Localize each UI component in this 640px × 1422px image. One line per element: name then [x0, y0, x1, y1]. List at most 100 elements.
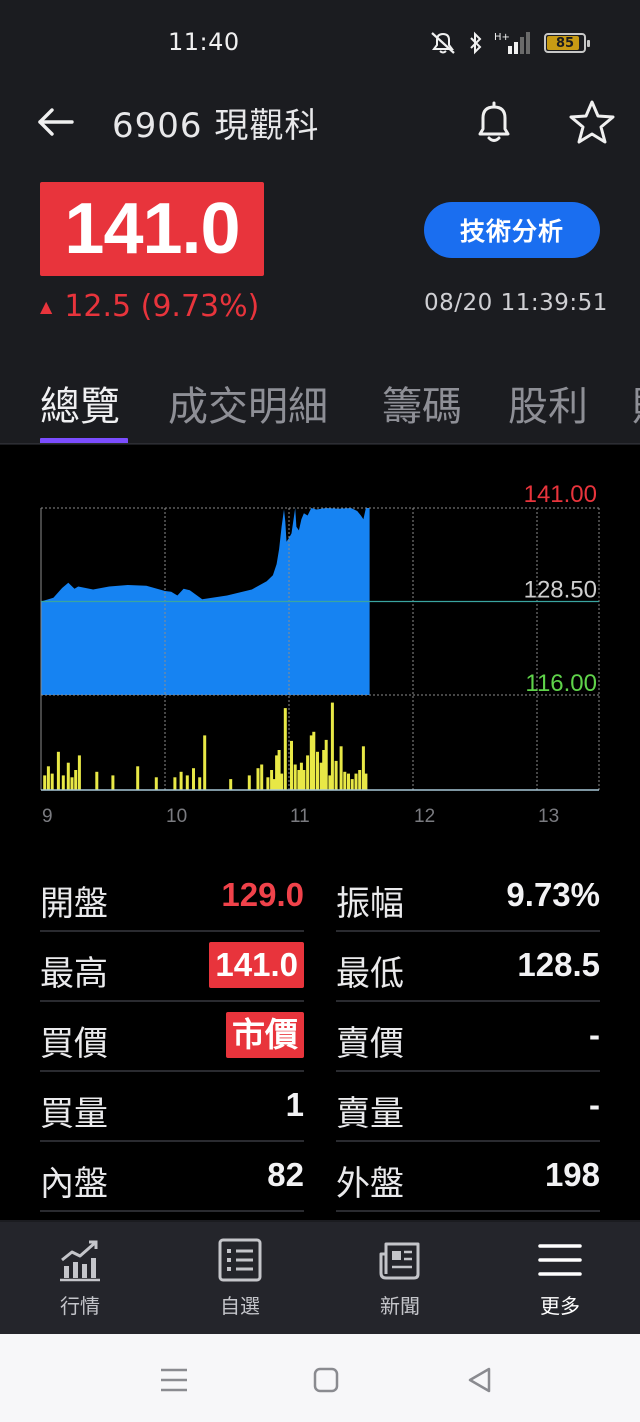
tab-chips[interactable]: 籌碼 [382, 374, 462, 432]
nav-more[interactable]: 更多 [500, 1236, 620, 1326]
volume-bar [354, 773, 358, 790]
volume-bar [283, 708, 287, 790]
tab-financials[interactable]: 財 [632, 374, 640, 432]
volume-bar [339, 746, 343, 790]
stat-label: 買價 [40, 1024, 108, 1064]
news-icon [379, 1242, 420, 1280]
divider [336, 1210, 600, 1212]
price-change-value: 12.5 (9.73%) [64, 288, 260, 324]
stat-value: 9.73% [506, 876, 600, 913]
stat-low: 最低 128.5 [336, 932, 600, 1002]
star-icon[interactable] [566, 98, 618, 148]
x-tick-label: 12 [414, 806, 435, 827]
last-price: 141.0 [64, 189, 240, 269]
volume-bar [316, 751, 319, 790]
x-tick-label: 11 [290, 806, 310, 827]
volume-bar [306, 755, 310, 790]
stat-value: 128.5 [517, 946, 600, 983]
volume-bar [293, 764, 297, 790]
volume-bar [290, 740, 293, 790]
volume-bar [347, 773, 350, 790]
stat-label: 外盤 [336, 1164, 404, 1204]
battery-level: 85 [555, 35, 575, 51]
nav-label: 新聞 [380, 1294, 420, 1318]
volume-bar [111, 775, 115, 790]
volume-bar [154, 777, 158, 790]
quote-timestamp: 08/20 11:39:51 [424, 290, 608, 316]
bottom-nav: 行情 自選 新聞 更多 [0, 1222, 640, 1334]
volume-bar [70, 777, 74, 790]
tab-dividend[interactable]: 股利 [508, 374, 588, 432]
volume-bar [43, 775, 47, 790]
stat-label: 最低 [336, 954, 404, 994]
stat-bid-price: 買價 市價 [40, 1002, 304, 1072]
tab-trade-details[interactable]: 成交明細 [168, 374, 328, 432]
volume-bar [198, 777, 202, 790]
y-label-high: 141.00 [524, 481, 597, 508]
volume-bar [179, 771, 183, 790]
home-icon[interactable] [308, 1362, 344, 1398]
stat-amplitude: 振幅 9.73% [336, 862, 600, 932]
intraday-chart-svg: 141.00 128.50 116.00 9 10 11 12 13 [40, 481, 600, 827]
stat-label: 開盤 [40, 884, 108, 924]
signal-icon: H+ [494, 32, 530, 54]
volume-bar [192, 768, 195, 790]
volume-bar [302, 770, 306, 790]
nav-market[interactable]: 行情 [20, 1236, 140, 1326]
x-tick-label: 10 [166, 806, 187, 827]
tab-overview[interactable]: 總覽 [40, 374, 120, 432]
volume-bar [358, 770, 362, 790]
volume-bar [247, 775, 251, 790]
volume-bar [280, 773, 284, 790]
watchlist-icon [218, 1238, 262, 1282]
price-change: ▲ 12.5 (9.73%) [40, 286, 259, 326]
stat-bid-volume: 買量 1 [40, 1072, 304, 1142]
back-arrow-icon[interactable] [34, 100, 78, 144]
technical-analysis-button[interactable]: 技術分析 [424, 202, 600, 258]
mute-icon [431, 32, 455, 54]
back-triangle-icon[interactable] [462, 1362, 498, 1398]
volume-bar [77, 755, 81, 790]
tab-bar: 總覽 成交明細 籌碼 股利 財 [0, 360, 640, 444]
recent-apps-icon[interactable] [156, 1362, 192, 1398]
stat-label: 買量 [40, 1094, 108, 1134]
stat-high: 最高 141.0 [40, 932, 304, 1002]
stat-ask-volume: 賣量 - [336, 1072, 600, 1142]
nav-news[interactable]: 新聞 [340, 1236, 460, 1326]
menu-icon [538, 1244, 582, 1276]
stat-value: - [589, 1086, 600, 1123]
stat-label: 最高 [40, 954, 108, 994]
volume-bar [330, 702, 334, 790]
nav-label: 自選 [220, 1294, 260, 1318]
bell-icon[interactable] [470, 98, 518, 146]
battery-icon: 85 [544, 33, 590, 53]
volume-bar [185, 775, 189, 790]
svg-text:H+: H+ [494, 32, 510, 43]
stat-label: 賣價 [336, 1024, 404, 1064]
price-box: 141.0 [40, 182, 264, 276]
header: 6906 現觀科 [0, 84, 640, 160]
market-chart-icon [60, 1240, 100, 1282]
up-triangle-icon: ▲ [40, 296, 53, 316]
status-icons: H+ 85 [428, 28, 590, 58]
status-time: 11:40 [168, 28, 240, 56]
volume-bar [173, 777, 177, 790]
volume-bar [266, 777, 270, 790]
nav-watchlist[interactable]: 自選 [180, 1236, 300, 1326]
volume-bar [95, 771, 99, 790]
bluetooth-icon [470, 31, 482, 55]
stat-label: 賣量 [336, 1094, 404, 1134]
y-label-ref: 128.50 [524, 577, 597, 604]
stat-inner: 內盤 82 [40, 1142, 304, 1212]
volume-bar [50, 773, 54, 790]
volume-bar [260, 764, 264, 790]
stock-title: 6906 現觀科 [112, 106, 320, 146]
divider [40, 1210, 304, 1212]
stat-value: 市價 [226, 1012, 304, 1058]
system-nav-bar [0, 1334, 640, 1422]
status-bar: 11:40 H+ 85 [0, 0, 640, 84]
stat-value: - [589, 1016, 600, 1053]
stat-label: 內盤 [40, 1164, 108, 1204]
volume-bar [203, 735, 207, 790]
active-tab-indicator [40, 438, 128, 443]
